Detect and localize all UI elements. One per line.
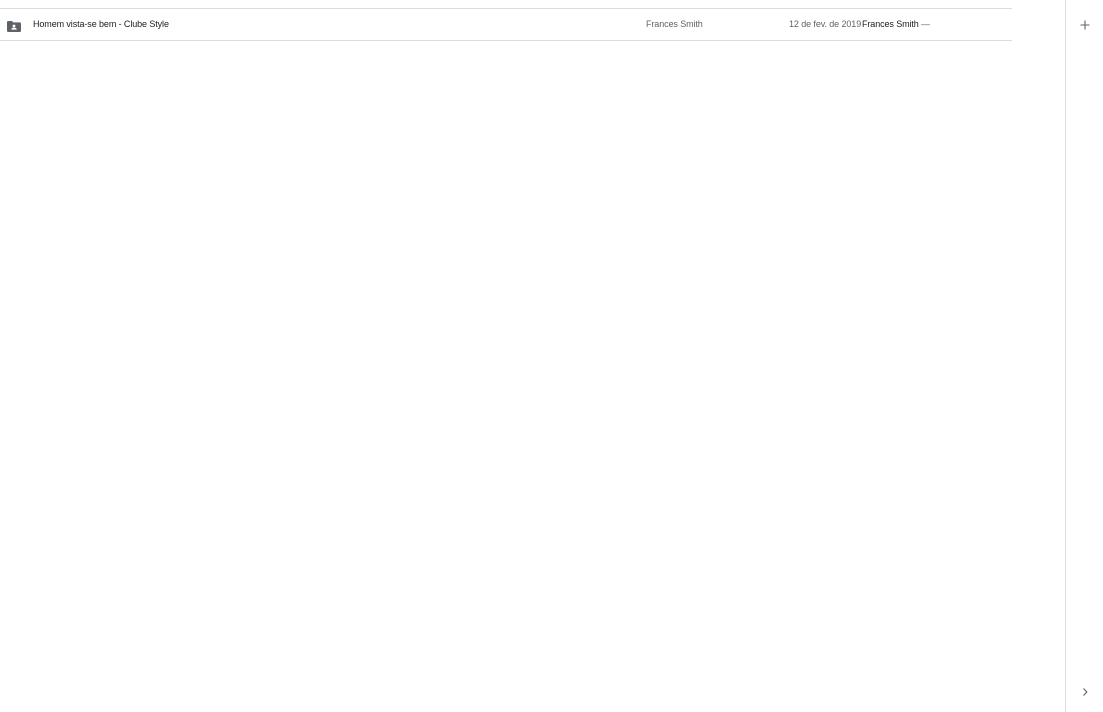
plus-icon	[1080, 17, 1090, 35]
file-name[interactable]: Homem vista-se bem - Clube Style	[33, 9, 169, 40]
expand-side-panel-button[interactable]	[1072, 680, 1098, 706]
file-owner: Frances Smith	[646, 19, 703, 29]
add-addon-button[interactable]	[1072, 13, 1098, 39]
last-modified-date: 12 de fev. de 2019	[789, 19, 862, 29]
chevron-right-icon	[1081, 684, 1089, 702]
file-row[interactable]: Homem vista-se bem - Clube Style Frances…	[0, 9, 1012, 41]
file-list: Homem vista-se bem - Clube Style Frances…	[0, 0, 1012, 712]
last-modified-by: Frances Smith	[862, 19, 919, 29]
side-panel	[1065, 0, 1103, 712]
drive-app: Homem vista-se bem - Clube Style Frances…	[0, 0, 1103, 712]
file-size: —	[921, 19, 930, 29]
shared-folder-icon	[7, 19, 21, 32]
